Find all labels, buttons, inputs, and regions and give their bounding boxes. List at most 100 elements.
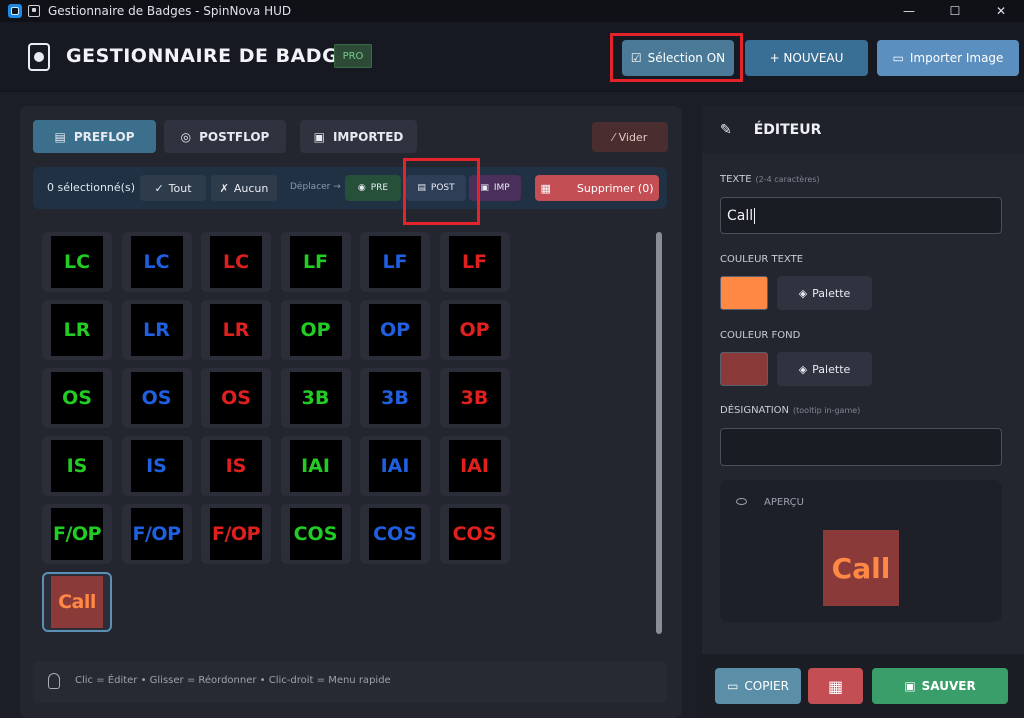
badge-cell[interactable]: COS [439, 504, 510, 564]
badge-cell[interactable]: 3B [439, 368, 510, 428]
badge-label: LF [369, 236, 421, 288]
badge-label: OS [130, 372, 183, 424]
tab-preflop[interactable]: ▤ PREFLOP [33, 120, 156, 153]
badge-label: LC [210, 236, 262, 288]
badge-cell[interactable]: 3B [280, 368, 351, 428]
badge-cell[interactable]: LR [121, 300, 192, 360]
bg-color-label: COULEUR FOND [720, 330, 801, 341]
badge-label: IS [210, 440, 262, 492]
badge-cell[interactable]: OP [280, 300, 351, 360]
window-titlebar: Gestionnaire de Badges - SpinNova HUD — … [0, 0, 1024, 22]
badge-label: LR [130, 304, 183, 356]
preview-box: APERÇU Call [720, 480, 1002, 622]
badge-label: F/OP [210, 508, 262, 560]
badge-app-icon [28, 5, 40, 17]
copy-button[interactable]: ▭ COPIER [715, 668, 801, 704]
badge-cell[interactable]: COS [360, 504, 430, 564]
badge-cell[interactable]: Call [42, 572, 112, 632]
badge-cell[interactable]: LF [360, 232, 430, 292]
badge-label: LR [51, 304, 103, 356]
close-button[interactable]: ✕ [978, 0, 1024, 22]
badge-cell[interactable]: F/OP [121, 504, 192, 564]
badge-cell[interactable]: IS [201, 436, 271, 496]
bg-color-swatch[interactable] [720, 352, 768, 386]
badge-cell[interactable]: LF [439, 232, 510, 292]
save-button[interactable]: ▣ SAUVER [872, 668, 1008, 704]
camera-icon: ▣ [480, 183, 489, 193]
text-palette-button[interactable]: ◈ Palette [777, 276, 872, 310]
delete-badge-button[interactable]: ▦ [808, 668, 863, 704]
grid-scrollbar[interactable] [656, 232, 662, 634]
delete-selected-label: Supprimer (0) [576, 181, 654, 195]
badge-label: LR [210, 304, 262, 356]
select-all-button[interactable]: ✓ Tout [140, 175, 206, 201]
select-none-label: Aucun [233, 181, 269, 195]
image-icon: ▭ [892, 51, 904, 65]
clear-label: Vider [618, 130, 648, 144]
lightbulb-icon [48, 673, 60, 689]
minimize-button[interactable]: — [886, 0, 932, 22]
badge-label: IS [130, 440, 183, 492]
select-none-button[interactable]: ✗ Aucun [211, 175, 277, 201]
save-icon: ▣ [904, 679, 916, 693]
delete-selected-button[interactable]: ▦ Supprimer (0) [535, 175, 659, 201]
designation-hint: (tooltip in-game) [793, 406, 861, 415]
tab-preflop-label: PREFLOP [73, 129, 135, 144]
badge-label: Call [51, 576, 103, 628]
text-color-swatch[interactable] [720, 276, 768, 310]
badge-cell[interactable]: OP [360, 300, 430, 360]
badge-cell[interactable]: OS [42, 368, 112, 428]
import-image-label: Importer Image [909, 51, 1004, 65]
editor-header: ✎ ÉDITEUR [702, 106, 1024, 154]
badge-cell[interactable]: LR [201, 300, 271, 360]
badge-cell[interactable]: OS [201, 368, 271, 428]
move-label: Déplacer → [290, 182, 341, 192]
designation-input[interactable] [720, 428, 1002, 466]
designation-field-label: DÉSIGNATION (tooltip in-game) [720, 405, 860, 416]
badge-label: IAI [369, 440, 421, 492]
badge-cell[interactable]: LC [121, 232, 192, 292]
tab-imported[interactable]: ▣ IMPORTED [300, 120, 417, 153]
maximize-button[interactable]: ☐ [932, 0, 978, 22]
badge-cell[interactable]: OS [121, 368, 192, 428]
new-badge-button[interactable]: + NOUVEAU [745, 40, 868, 76]
badge-text-input[interactable]: Call [720, 197, 1002, 234]
badge-cell[interactable]: LC [42, 232, 112, 292]
badge-library-panel: ▤ PREFLOP ◎ POSTFLOP ▣ IMPORTED ⁄ Vider … [20, 106, 682, 718]
import-image-button[interactable]: ▭ Importer Image [877, 40, 1019, 76]
camera-icon: ▣ [313, 129, 325, 144]
move-pre-button[interactable]: ◉ PRE [345, 175, 401, 201]
text-color-label: COULEUR TEXTE [720, 254, 804, 265]
target-icon: ◉ [357, 183, 366, 193]
tab-postflop[interactable]: ◎ POSTFLOP [164, 120, 286, 153]
editor-title: ÉDITEUR [753, 122, 822, 138]
editor-footer: ▭ COPIER ▦ ▣ SAUVER [702, 654, 1024, 718]
bg-palette-label: Palette [812, 362, 851, 376]
badge-label: LC [130, 236, 183, 288]
badge-cell[interactable]: 3B [360, 368, 430, 428]
badge-cell[interactable]: COS [280, 504, 351, 564]
text-label: TEXTE [720, 174, 752, 185]
post-highlight-frame [403, 158, 480, 225]
badge-cell[interactable]: LF [280, 232, 351, 292]
copy-icon: ▭ [727, 679, 739, 693]
text-caret [754, 207, 756, 224]
badge-cell[interactable]: LC [201, 232, 271, 292]
badge-cell[interactable]: F/OP [42, 504, 112, 564]
badge-cell[interactable]: IS [42, 436, 112, 496]
badge-cell[interactable]: IAI [280, 436, 351, 496]
badge-label: LC [51, 236, 103, 288]
selection-bar: 0 sélectionné(s) ✓ Tout ✗ Aucun Déplacer… [33, 167, 667, 209]
badge-cell[interactable]: IAI [360, 436, 430, 496]
badge-label: IAI [448, 440, 501, 492]
badge-cell[interactable]: OP [439, 300, 510, 360]
badge-cell[interactable]: LR [42, 300, 112, 360]
badge-cell[interactable]: IAI [439, 436, 510, 496]
badge-cell[interactable]: IS [121, 436, 192, 496]
badge-cell[interactable]: F/OP [201, 504, 271, 564]
text-palette-label: Palette [812, 286, 851, 300]
selection-highlight-frame [610, 33, 743, 82]
bg-palette-button[interactable]: ◈ Palette [777, 352, 872, 386]
clear-button[interactable]: ⁄ Vider [592, 122, 668, 152]
save-label: SAUVER [921, 679, 976, 693]
